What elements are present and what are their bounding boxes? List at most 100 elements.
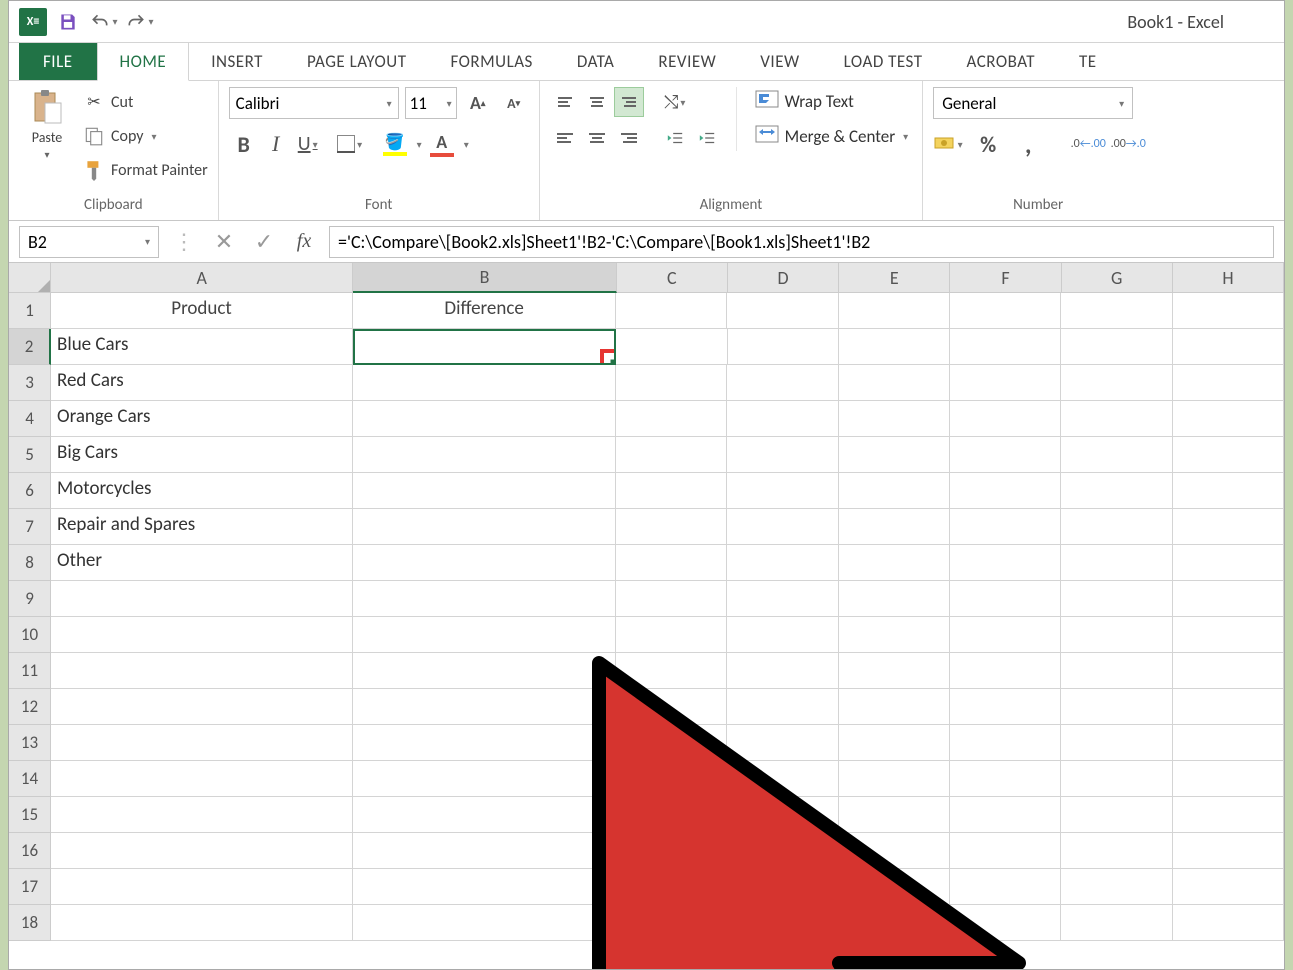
cell-A7[interactable]: Repair and Spares <box>51 509 353 545</box>
cell-B16[interactable] <box>353 833 616 869</box>
cell-A17[interactable] <box>51 869 353 905</box>
cell-D3[interactable] <box>727 365 838 401</box>
cell-D8[interactable] <box>727 545 838 581</box>
row-header-9[interactable]: 9 <box>9 581 51 617</box>
cell-D5[interactable] <box>727 437 838 473</box>
cell-G8[interactable] <box>1061 545 1172 581</box>
cell-D7[interactable] <box>727 509 838 545</box>
column-header-H[interactable]: H <box>1173 263 1284 293</box>
font-color-button[interactable]: A <box>424 129 460 159</box>
undo-button[interactable]: ▾ <box>89 7 119 37</box>
cell-E17[interactable] <box>839 869 950 905</box>
cell-A2[interactable]: Blue Cars <box>51 329 353 365</box>
cell-F2[interactable] <box>950 329 1061 365</box>
cell-C13[interactable] <box>616 725 727 761</box>
cell-B1[interactable]: Difference <box>353 293 616 329</box>
cell-G9[interactable] <box>1061 581 1172 617</box>
cell-G14[interactable] <box>1061 761 1172 797</box>
column-header-G[interactable]: G <box>1062 263 1173 293</box>
cell-D6[interactable] <box>727 473 838 509</box>
cell-C16[interactable] <box>616 833 727 869</box>
spreadsheet-grid[interactable]: ABCDEFGH 123456789101112131415161718 Pro… <box>9 263 1284 969</box>
column-header-A[interactable]: A <box>51 263 353 293</box>
cell-E2[interactable] <box>839 329 950 365</box>
cell-F5[interactable] <box>950 437 1061 473</box>
tab-te-partial[interactable]: TE <box>1057 43 1119 80</box>
column-header-D[interactable]: D <box>728 263 839 293</box>
cell-G5[interactable] <box>1061 437 1172 473</box>
cell-H8[interactable] <box>1173 545 1284 581</box>
cell-D10[interactable] <box>727 617 838 653</box>
decrease-font-button[interactable]: A▾ <box>499 88 529 118</box>
cell-D18[interactable] <box>727 905 838 941</box>
cell-B18[interactable] <box>353 905 616 941</box>
cell-E5[interactable] <box>839 437 950 473</box>
cell-C4[interactable] <box>616 401 727 437</box>
tab-insert[interactable]: INSERT <box>189 43 285 80</box>
cell-B2[interactable] <box>353 329 616 365</box>
select-all-corner[interactable] <box>9 263 51 293</box>
cell-B11[interactable] <box>353 653 616 689</box>
row-header-13[interactable]: 13 <box>9 725 51 761</box>
cell-A5[interactable]: Big Cars <box>51 437 353 473</box>
cell-H9[interactable] <box>1173 581 1284 617</box>
row-header-7[interactable]: 7 <box>9 509 51 545</box>
column-header-F[interactable]: F <box>950 263 1061 293</box>
cell-E14[interactable] <box>839 761 950 797</box>
cell-A12[interactable] <box>51 689 353 725</box>
cell-D9[interactable] <box>727 581 838 617</box>
cell-H13[interactable] <box>1173 725 1284 761</box>
cell-H3[interactable] <box>1173 365 1284 401</box>
cell-B15[interactable] <box>353 797 616 833</box>
number-format-select[interactable]: General ▾ <box>933 87 1133 119</box>
row-header-2[interactable]: 2 <box>9 329 51 365</box>
cell-E3[interactable] <box>839 365 950 401</box>
cell-H10[interactable] <box>1173 617 1284 653</box>
fx-button[interactable]: fx <box>289 227 319 257</box>
chevron-down-icon[interactable]: ▾ <box>417 138 422 151</box>
cell-A11[interactable] <box>51 653 353 689</box>
cell-D11[interactable] <box>727 653 838 689</box>
cell-D13[interactable] <box>727 725 838 761</box>
cell-B13[interactable] <box>353 725 616 761</box>
cell-B5[interactable] <box>353 437 616 473</box>
formula-input[interactable]: ='C:\Compare\[Book2.xls]Sheet1'!B2-'C:\C… <box>329 226 1274 258</box>
enter-formula-button[interactable]: ✓ <box>249 227 279 257</box>
cell-D15[interactable] <box>727 797 838 833</box>
cell-F16[interactable] <box>950 833 1061 869</box>
cell-F8[interactable] <box>950 545 1061 581</box>
align-bottom-button[interactable] <box>614 87 644 117</box>
cell-A1[interactable]: Product <box>51 293 353 329</box>
row-header-12[interactable]: 12 <box>9 689 51 725</box>
font-name-select[interactable]: Calibri ▾ <box>229 87 399 119</box>
cell-H5[interactable] <box>1173 437 1284 473</box>
cell-H7[interactable] <box>1173 509 1284 545</box>
cell-D14[interactable] <box>727 761 838 797</box>
row-header-4[interactable]: 4 <box>9 401 51 437</box>
align-top-button[interactable] <box>550 87 580 117</box>
fill-handle[interactable] <box>600 349 616 365</box>
align-right-button[interactable] <box>614 123 644 153</box>
cut-button[interactable]: ✂ Cut <box>83 87 208 117</box>
row-header-17[interactable]: 17 <box>9 869 51 905</box>
cell-F17[interactable] <box>950 869 1061 905</box>
tab-formulas[interactable]: FORMULAS <box>428 43 554 80</box>
row-header-11[interactable]: 11 <box>9 653 51 689</box>
cell-F6[interactable] <box>950 473 1061 509</box>
cell-F11[interactable] <box>950 653 1061 689</box>
cell-B3[interactable] <box>353 365 616 401</box>
cell-A15[interactable] <box>51 797 353 833</box>
cell-G13[interactable] <box>1061 725 1172 761</box>
cell-F18[interactable] <box>950 905 1061 941</box>
wrap-text-button[interactable]: Wrap Text <box>751 87 913 116</box>
cell-E8[interactable] <box>839 545 950 581</box>
cell-A18[interactable] <box>51 905 353 941</box>
cell-B8[interactable] <box>353 545 616 581</box>
cell-F15[interactable] <box>950 797 1061 833</box>
cell-E12[interactable] <box>839 689 950 725</box>
cell-G16[interactable] <box>1061 833 1172 869</box>
cell-F9[interactable] <box>950 581 1061 617</box>
align-middle-button[interactable] <box>582 87 612 117</box>
tab-acrobat[interactable]: ACROBAT <box>945 43 1057 80</box>
merge-center-button[interactable]: Merge & Center ▾ <box>751 122 913 151</box>
